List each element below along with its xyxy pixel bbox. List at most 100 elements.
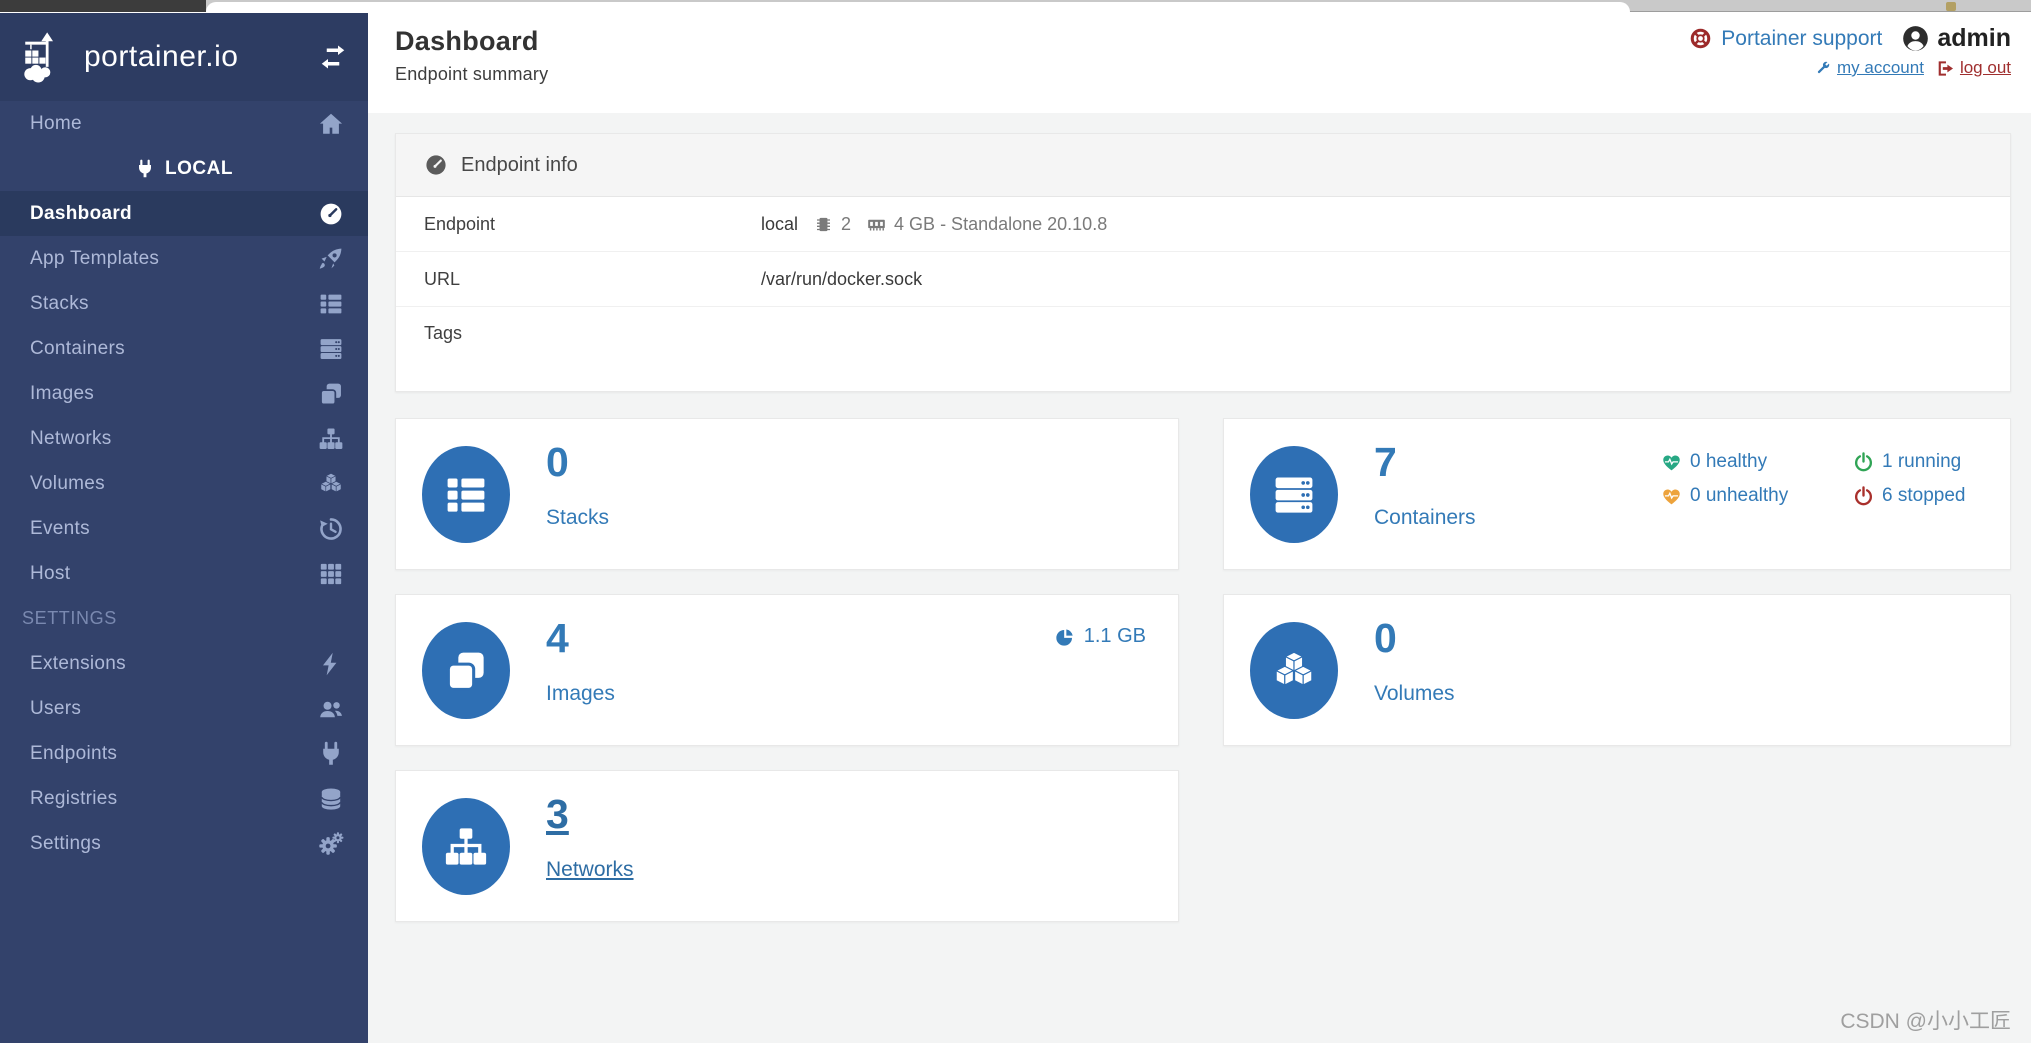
container-statuses: 0 healthy 1 running 0 unhealthy 6 stoppe… bbox=[1661, 451, 1965, 507]
networks-label[interactable]: Networks bbox=[546, 858, 634, 882]
username: admin bbox=[1937, 24, 2011, 52]
url-value: /var/run/docker.sock bbox=[761, 268, 923, 289]
sidebar-item-registries[interactable]: Registries bbox=[0, 776, 368, 821]
sidebar-item-images[interactable]: Images bbox=[0, 371, 368, 416]
images-size-label: 1.1 GB bbox=[1083, 625, 1146, 647]
images-badge bbox=[422, 622, 510, 719]
containers-count[interactable]: 7 bbox=[1374, 442, 1397, 483]
home-icon bbox=[318, 111, 344, 137]
log-out-link[interactable]: log out bbox=[1936, 58, 2011, 78]
sidebar-item-volumes[interactable]: Volumes bbox=[0, 461, 368, 506]
history-icon bbox=[318, 516, 344, 542]
plug-icon bbox=[318, 741, 344, 767]
running-status-label: 1 running bbox=[1882, 451, 1962, 472]
plug-icon bbox=[135, 159, 155, 179]
containers-card[interactable]: 7 Containers 0 healthy 1 running 0 unhea… bbox=[1223, 418, 2011, 570]
clone-icon bbox=[443, 648, 489, 694]
sidebar-item-endpoints[interactable]: Endpoints bbox=[0, 731, 368, 776]
content-area: Endpoint info Endpoint local 2 4 GB - St… bbox=[368, 113, 2031, 1043]
cubes-icon bbox=[318, 471, 344, 497]
networks-card[interactable]: 3 Networks bbox=[395, 770, 1179, 922]
networks-count[interactable]: 3 bbox=[546, 794, 569, 835]
sidebar-item-label: Events bbox=[30, 517, 90, 539]
cpu-count: 2 bbox=[841, 213, 852, 234]
power-icon bbox=[1853, 452, 1874, 473]
stacks-card[interactable]: 0 Stacks bbox=[395, 418, 1179, 570]
tags-row-label: Tags bbox=[424, 323, 463, 343]
healthy-status: 0 healthy bbox=[1661, 451, 1853, 473]
images-card[interactable]: 4 Images 1.1 GB bbox=[395, 594, 1179, 746]
page-subtitle: Endpoint summary bbox=[395, 64, 549, 84]
endpoint-name: local bbox=[761, 213, 799, 234]
unhealthy-status-label: 0 unhealthy bbox=[1690, 485, 1789, 506]
sidebar-item-home[interactable]: Home bbox=[0, 101, 368, 146]
volumes-card[interactable]: 0 Volumes bbox=[1223, 594, 2011, 746]
log-out-label: log out bbox=[1959, 58, 2011, 77]
volumes-badge bbox=[1250, 622, 1338, 719]
main-area: Dashboard Endpoint summary Portainer sup… bbox=[368, 13, 2031, 1043]
sidebar-endpoint-group: LOCAL bbox=[0, 146, 368, 191]
endpoint-row-label: Endpoint bbox=[424, 213, 496, 234]
url-row-label: URL bbox=[424, 268, 461, 289]
sidebar-item-label: Images bbox=[30, 382, 95, 404]
pie-chart-icon bbox=[1055, 627, 1075, 647]
sidebar-item-events[interactable]: Events bbox=[0, 506, 368, 551]
sidebar-item-dashboard[interactable]: Dashboard bbox=[0, 191, 368, 236]
server-icon bbox=[318, 336, 344, 362]
containers-label[interactable]: Containers bbox=[1374, 506, 1476, 530]
browser-chrome bbox=[0, 0, 2031, 12]
sidebar-toggle-exchange-icon[interactable] bbox=[318, 42, 348, 72]
sidebar-item-label: Endpoints bbox=[30, 742, 118, 764]
sidebar-item-label: Extensions bbox=[30, 652, 126, 674]
stopped-status-label: 6 stopped bbox=[1882, 485, 1966, 506]
images-count[interactable]: 4 bbox=[546, 618, 569, 659]
my-account-label: my account bbox=[1837, 58, 1924, 77]
microchip-icon bbox=[814, 215, 833, 234]
sidebar-item-label: Dashboard bbox=[30, 202, 132, 224]
sidebar-item-label: App Templates bbox=[30, 247, 160, 269]
networks-badge bbox=[422, 798, 510, 895]
database-icon bbox=[318, 786, 344, 812]
browser-tab-top bbox=[206, 2, 1630, 12]
rocket-icon bbox=[318, 246, 344, 272]
cogs-icon bbox=[318, 831, 344, 857]
stacks-count[interactable]: 0 bbox=[546, 442, 569, 483]
gauge-icon bbox=[318, 201, 344, 227]
support-label: Portainer support bbox=[1721, 26, 1883, 50]
endpoint-info-panel: Endpoint info Endpoint local 2 4 GB - St… bbox=[395, 133, 2011, 392]
sidebar-item-stacks[interactable]: Stacks bbox=[0, 281, 368, 326]
cubes-icon bbox=[1271, 648, 1317, 694]
user-circle-icon bbox=[1901, 24, 1930, 53]
stacks-label[interactable]: Stacks bbox=[546, 506, 609, 530]
sidebar-item-users[interactable]: Users bbox=[0, 686, 368, 731]
sidebar-item-settings[interactable]: Settings bbox=[0, 821, 368, 866]
list-icon bbox=[443, 472, 489, 518]
wrench-icon bbox=[1814, 59, 1832, 77]
portainer-support-link[interactable]: Portainer support bbox=[1689, 27, 1882, 51]
user-chip: admin bbox=[1901, 24, 2011, 53]
browser-chrome-dark-segment bbox=[0, 0, 206, 12]
life-ring-icon bbox=[1689, 27, 1712, 50]
volumes-label[interactable]: Volumes bbox=[1374, 682, 1455, 706]
sidebar-item-app-templates[interactable]: App Templates bbox=[0, 236, 368, 281]
sidebar-item-networks[interactable]: Networks bbox=[0, 416, 368, 461]
portainer-dashboard-screen: portainer.io Home LOCAL Dashboard App Te… bbox=[0, 0, 2031, 1043]
unhealthy-status: 0 unhealthy bbox=[1661, 485, 1853, 507]
sidebar-item-label: Users bbox=[30, 697, 82, 719]
server-icon bbox=[1271, 472, 1317, 518]
sidebar-item-containers[interactable]: Containers bbox=[0, 326, 368, 371]
sidebar-item-host[interactable]: Host bbox=[0, 551, 368, 596]
stopped-status: 6 stopped bbox=[1853, 485, 1965, 507]
volumes-count[interactable]: 0 bbox=[1374, 618, 1397, 659]
images-label[interactable]: Images bbox=[546, 682, 615, 706]
url-row: URL /var/run/docker.sock bbox=[396, 252, 2010, 307]
sidebar-item-extensions[interactable]: Extensions bbox=[0, 641, 368, 686]
my-account-link[interactable]: my account bbox=[1814, 58, 1924, 78]
gauge-icon bbox=[424, 153, 448, 177]
endpoint-group-label: LOCAL bbox=[165, 157, 233, 179]
sitemap-icon bbox=[318, 426, 344, 452]
bolt-icon bbox=[318, 651, 344, 677]
sidebar-logo-row[interactable]: portainer.io bbox=[0, 13, 368, 101]
heartbeat-icon bbox=[1661, 452, 1682, 473]
tags-row: Tags bbox=[396, 307, 2010, 391]
